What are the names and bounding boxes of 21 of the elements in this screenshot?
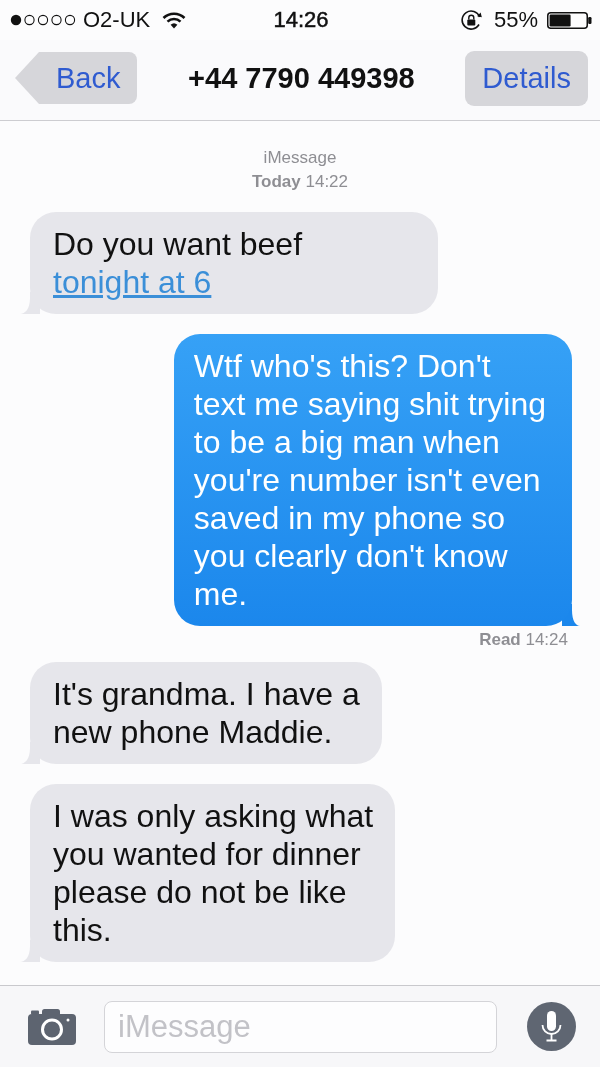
message-input[interactable]: iMessage	[104, 1000, 497, 1053]
contact-number-title: +44 7790 449398	[188, 61, 415, 95]
back-button[interactable]: Back	[15, 52, 138, 104]
clock-time: 14:26	[273, 7, 329, 33]
conversation-timestamp: Today 14:22	[251, 171, 349, 193]
rotation-lock-icon	[459, 9, 483, 31]
microphone-icon[interactable]	[527, 1002, 576, 1051]
battery-percentage: 55%	[493, 7, 538, 33]
wifi-icon	[162, 11, 187, 29]
details-button[interactable]: Details	[465, 50, 588, 106]
message-bubble: Wtf who's this? Don't text me saying shit trying to be a big man when you're number isn't even saved in my phone so you clearly don't know me.	[173, 334, 572, 626]
service-label: iMessage	[263, 147, 337, 169]
camera-icon[interactable]	[28, 1008, 76, 1045]
message-bubble: I was only asking what you wanted for dinner please do not be like this.	[30, 784, 396, 962]
signal-strength-icon	[10, 14, 76, 26]
date-link[interactable]: tonight at 6	[53, 264, 212, 300]
message-bubble: It's grandma. I have a new phone Maddie.	[30, 662, 382, 764]
battery-icon	[547, 11, 592, 29]
read-receipt: Read 14:24	[479, 630, 568, 650]
carrier-name: O2-UK	[83, 7, 151, 33]
message-bubble: Do you want beef tonight at 6	[30, 212, 438, 314]
